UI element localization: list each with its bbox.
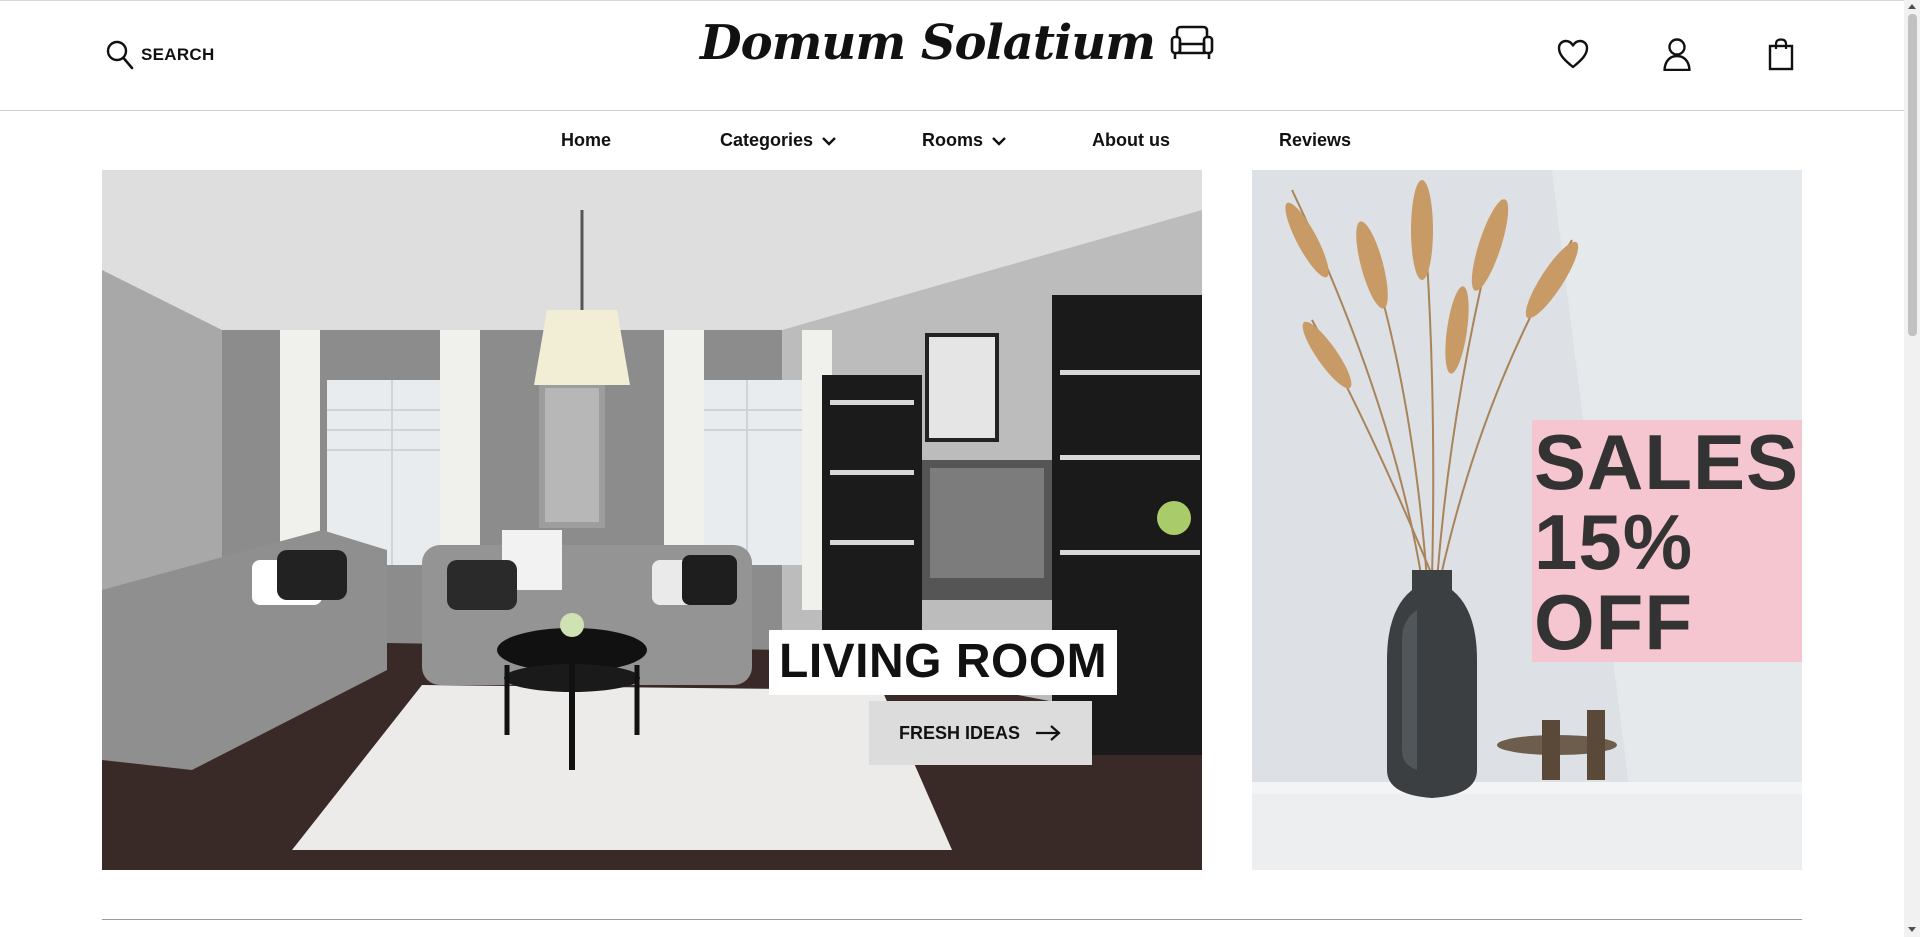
- nav-item-label: About us: [1092, 130, 1170, 150]
- nav-item-categories[interactable]: Categories: [720, 130, 837, 151]
- nav-item-label: Reviews: [1279, 130, 1352, 150]
- account-button[interactable]: [1660, 37, 1694, 71]
- user-icon: [1663, 38, 1691, 71]
- site-header: SEARCH Domum Solatium: [0, 1, 1904, 111]
- sofa-icon: [1170, 25, 1214, 59]
- nav-item-reviews[interactable]: Reviews: [1279, 130, 1351, 151]
- nav-item-rooms[interactable]: Rooms: [922, 130, 1007, 151]
- brand-name: Domum Solatium: [700, 15, 1156, 71]
- header-actions: [1556, 37, 1798, 71]
- scroll-down-icon[interactable]: [1907, 924, 1917, 934]
- sale-badge: SALES 15% OFF: [1532, 420, 1802, 662]
- nav-item-label: Rooms: [922, 130, 984, 150]
- section-divider: [102, 919, 1802, 920]
- promo-sale-banner[interactable]: SALES 15% OFF: [1252, 170, 1802, 870]
- hero-label: LIVING ROOM: [769, 630, 1118, 695]
- cart-button[interactable]: [1764, 37, 1798, 71]
- arrow-right-icon: [1036, 725, 1061, 741]
- sale-line: 15%: [1534, 498, 1694, 586]
- main-nav: Home Categories Rooms About us Reviews: [0, 112, 1904, 168]
- chevron-down-icon: [822, 136, 836, 146]
- fresh-ideas-button[interactable]: FRESH IDEAS: [869, 701, 1092, 765]
- hero-living-room-banner[interactable]: LIVING ROOM FRESH IDEAS: [102, 170, 1202, 870]
- fresh-ideas-label: FRESH IDEAS: [898, 722, 1021, 743]
- search-icon: [106, 40, 134, 70]
- scroll-up-icon[interactable]: [1907, 2, 1917, 12]
- scrollbar-thumb[interactable]: [1908, 14, 1917, 336]
- search-button[interactable]: SEARCH: [105, 39, 215, 71]
- wishlist-button[interactable]: [1556, 37, 1590, 71]
- nav-item-about-us[interactable]: About us: [1092, 130, 1170, 151]
- chevron-down-icon: [992, 136, 1006, 146]
- sale-line: OFF: [1534, 578, 1693, 666]
- shopping-bag-icon: [1768, 38, 1794, 71]
- search-label: SEARCH: [141, 45, 215, 64]
- page-scrollbar[interactable]: [1904, 0, 1920, 937]
- nav-item-label: Categories: [720, 130, 814, 150]
- living-room-photo: [102, 170, 1202, 870]
- brand-logo[interactable]: Domum Solatium: [700, 15, 1215, 71]
- heart-icon: [1557, 39, 1589, 69]
- nav-item-label: Home: [561, 130, 612, 150]
- sale-line: SALES: [1534, 418, 1800, 506]
- nav-item-home[interactable]: Home: [561, 130, 611, 151]
